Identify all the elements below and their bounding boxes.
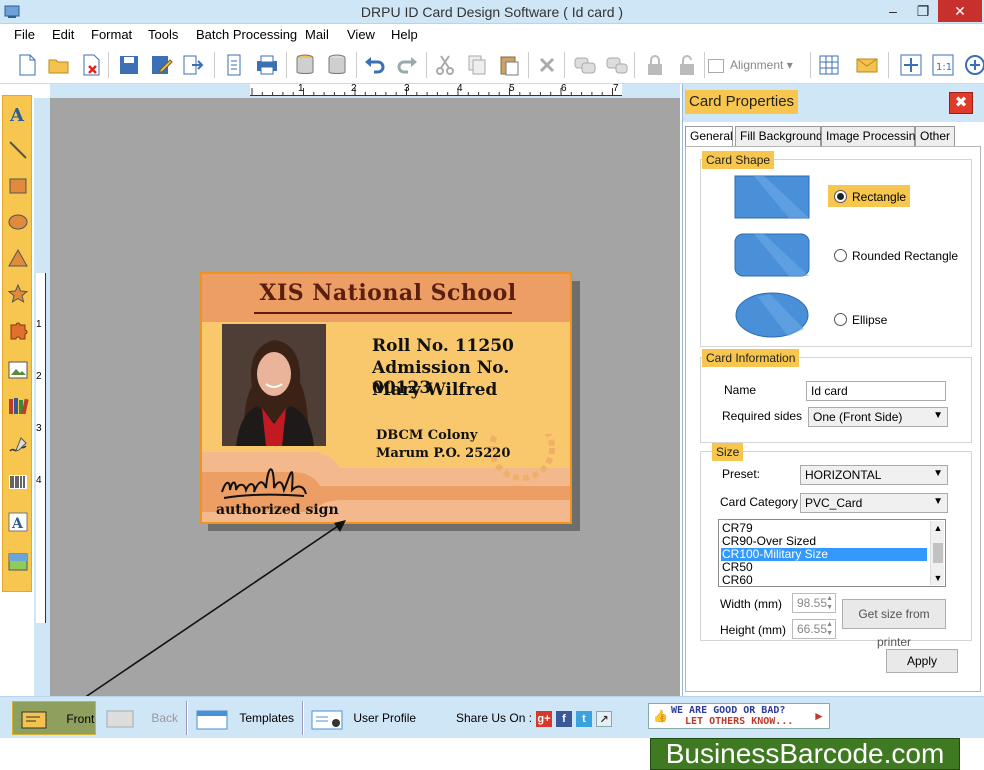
templates-button[interactable]: Templates xyxy=(194,701,300,735)
tab-general[interactable]: General xyxy=(685,126,733,147)
rectangle-radio[interactable] xyxy=(834,190,847,203)
get-size-from-printer-button[interactable]: Get size from printer xyxy=(842,599,946,649)
ellipse-label: Ellipse xyxy=(852,313,888,327)
card-category-label: Card Category xyxy=(720,495,799,509)
user-profile-icon xyxy=(311,710,343,730)
general-tab-content: Card Shape Rectangle Rounded Rectangle E… xyxy=(685,146,981,692)
banner-line-1: WE ARE GOOD OR BAD? xyxy=(671,705,786,716)
apply-button[interactable]: Apply xyxy=(886,649,958,673)
panel-title: Card Properties xyxy=(685,90,799,114)
chevron-down-icon: ▼ xyxy=(933,468,943,479)
width-label: Width (mm) xyxy=(720,597,782,611)
listbox-scrollbar[interactable]: ▲ ▼ xyxy=(930,521,944,585)
list-item[interactable]: CR60 xyxy=(721,574,927,587)
spinner-arrows-icon[interactable]: ▲ ▼ xyxy=(826,620,833,638)
templates-icon xyxy=(196,710,228,730)
card-category-value: PVC_Card xyxy=(805,496,863,510)
required-sides-label: Required sides xyxy=(722,409,803,423)
width-spinner[interactable]: 98.55 ▲ ▼ xyxy=(792,593,836,613)
spinner-arrows-icon[interactable]: ▲ ▼ xyxy=(826,594,833,612)
rectangle-shape-preview[interactable] xyxy=(734,175,810,219)
width-value: 98.55 xyxy=(797,596,828,610)
share-label: Share Us On : xyxy=(456,711,533,725)
rounded-rectangle-radio[interactable] xyxy=(834,249,847,262)
megaphone-icon: ► xyxy=(813,709,825,723)
bottom-bar: Front Back Templates User Profile Share … xyxy=(0,696,984,738)
tab-other[interactable]: Other xyxy=(915,126,955,146)
templates-label: Templates xyxy=(239,711,295,725)
watermark: BusinessBarcode.com xyxy=(650,738,960,770)
facebook-icon[interactable]: f xyxy=(556,711,572,727)
tab-fill-background[interactable]: Fill Background xyxy=(735,126,823,146)
height-value: 66.55 xyxy=(797,622,828,636)
card-properties-panel: Card Properties ✖ General Fill Backgroun… xyxy=(682,84,984,696)
front-label: Front xyxy=(66,712,95,726)
twitter-icon[interactable]: t xyxy=(576,711,592,727)
rounded-rectangle-label: Rounded Rectangle xyxy=(852,249,959,263)
ellipse-radio[interactable] xyxy=(834,313,847,326)
user-profile-button[interactable]: User Profile xyxy=(310,701,430,735)
chevron-down-icon: ▼ xyxy=(933,496,943,507)
height-spinner[interactable]: 66.55 ▲ ▼ xyxy=(792,619,836,639)
share-page-icon[interactable]: ↗ xyxy=(596,711,612,727)
card-category-select[interactable]: PVC_Card ▼ xyxy=(800,493,948,513)
google-plus-icon[interactable]: g+ xyxy=(536,711,552,727)
panel-close-icon[interactable]: ✖ xyxy=(949,92,973,114)
preset-select[interactable]: HORIZONTAL ▼ xyxy=(800,465,948,485)
user-profile-label: User Profile xyxy=(353,711,417,725)
scroll-up-icon[interactable]: ▲ xyxy=(931,521,945,535)
size-listbox[interactable]: CR79 CR90-Over Sized CR100-Military Size… xyxy=(718,519,946,587)
tab-image-processing[interactable]: Image Processing xyxy=(821,126,922,146)
preset-value: HORIZONTAL xyxy=(805,468,882,482)
scrollbar-thumb[interactable] xyxy=(933,543,943,563)
front-card-icon xyxy=(21,711,47,729)
card-shape-title: Card Shape xyxy=(702,151,775,169)
banner-line-2: LET OTHERS KNOW... xyxy=(685,716,794,727)
height-label: Height (mm) xyxy=(720,623,787,637)
required-sides-value: One (Front Side) xyxy=(813,410,903,424)
chevron-down-icon: ▼ xyxy=(933,410,943,421)
feedback-banner[interactable]: 👍 WE ARE GOOD OR BAD? LET OTHERS KNOW...… xyxy=(648,703,830,729)
card-name-input[interactable]: Id card xyxy=(806,381,946,401)
back-label: Back xyxy=(151,711,179,725)
size-title: Size xyxy=(712,443,744,461)
back-card-icon xyxy=(106,710,134,728)
preset-label: Preset: xyxy=(722,467,761,481)
front-side-button[interactable]: Front xyxy=(12,701,96,735)
scroll-down-icon[interactable]: ▼ xyxy=(931,571,945,585)
back-side-button[interactable]: Back xyxy=(104,701,184,735)
card-information-title: Card Information xyxy=(702,349,800,367)
required-sides-select[interactable]: One (Front Side) ▼ xyxy=(808,407,948,427)
rectangle-label: Rectangle xyxy=(852,190,907,204)
name-label: Name xyxy=(724,383,757,397)
ellipse-shape-preview[interactable] xyxy=(734,291,810,339)
rounded-rectangle-shape-preview[interactable] xyxy=(734,233,810,277)
thumbs-up-icon: 👍 xyxy=(653,709,668,723)
